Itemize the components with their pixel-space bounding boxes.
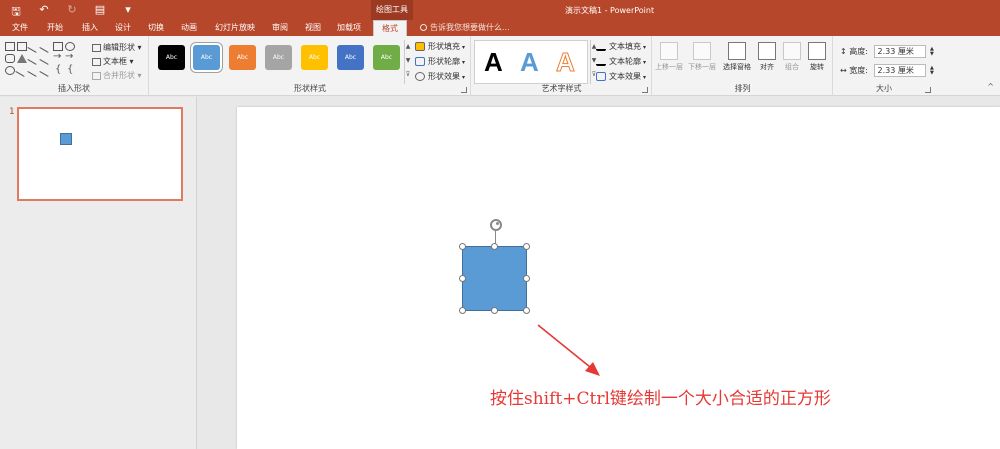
annotation-arrow [537, 324, 600, 376]
annotation-text: 按住shift+Ctrl键绘制一个大小合适的正方形 [490, 389, 831, 409]
